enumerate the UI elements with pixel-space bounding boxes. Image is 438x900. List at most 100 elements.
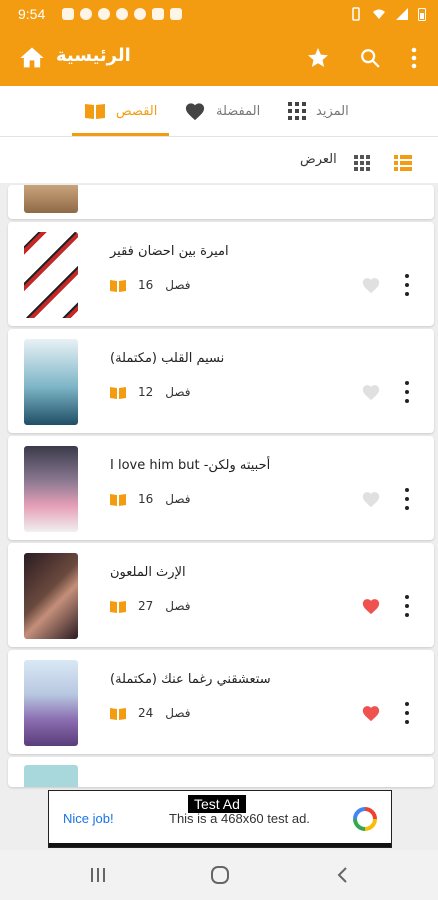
recents-icon xyxy=(91,868,105,882)
favorite-heart-icon[interactable] xyxy=(361,704,381,722)
heart-icon xyxy=(185,103,205,121)
facebook-icon xyxy=(98,8,110,20)
ad-choices-icon[interactable] xyxy=(353,807,377,831)
more-vert-icon xyxy=(411,47,417,69)
chapter-label: فصل xyxy=(165,706,191,720)
ad-nice-text: Nice job! xyxy=(63,811,114,826)
story-meta: 16 فصل xyxy=(110,278,191,292)
search-button[interactable] xyxy=(356,44,384,72)
book-icon xyxy=(110,493,126,506)
book-icon xyxy=(110,279,126,292)
gallery-icon xyxy=(152,8,164,20)
story-title: الإرث الملعون xyxy=(110,565,186,580)
chapter-count: 12 xyxy=(138,385,154,399)
story-card[interactable]: I love him but -أحبيته ولكن 16 فصل xyxy=(8,436,434,540)
favorites-star-button[interactable] xyxy=(304,44,332,72)
story-card-partial[interactable] xyxy=(8,757,434,787)
ad-text: This is a 468x60 test ad. xyxy=(169,811,310,826)
book-icon xyxy=(110,386,126,399)
story-card[interactable]: اميرة بين احضان فقير 16 فصل xyxy=(8,222,434,326)
tab-label: القصص xyxy=(116,103,158,119)
story-card-partial[interactable] xyxy=(8,185,434,219)
app-bar: الرئيسية xyxy=(0,30,438,86)
story-card[interactable]: نسيم القلب (مكتملة) 12 فصل xyxy=(8,329,434,433)
story-cover xyxy=(24,185,78,213)
story-title: ستعشقني رغما عنك (مكتملة) xyxy=(110,672,271,687)
story-meta: 16 فصل xyxy=(110,492,191,506)
view-label: العرض xyxy=(300,152,337,167)
back-icon xyxy=(337,867,347,883)
status-time: 9:54 xyxy=(18,6,46,22)
notification-icons xyxy=(62,8,182,20)
active-tab-indicator xyxy=(72,133,170,136)
home-icon[interactable] xyxy=(18,44,46,72)
cloud-icon xyxy=(170,8,182,20)
story-title: اميرة بين احضان فقير xyxy=(110,244,229,259)
system-icons xyxy=(350,7,426,21)
chapter-label: فصل xyxy=(165,599,191,613)
grid-icon xyxy=(288,102,306,120)
story-card[interactable]: ستعشقني رغما عنك (مكتملة) 24 فصل xyxy=(8,650,434,754)
tab-stories[interactable]: القصص xyxy=(72,86,170,136)
tab-label: المفضلة xyxy=(216,103,261,119)
status-bar: 9:54 xyxy=(0,0,438,30)
notification-icon xyxy=(62,8,74,20)
story-menu-button[interactable] xyxy=(404,595,410,617)
story-cover xyxy=(24,446,78,532)
list-view-icon[interactable] xyxy=(394,155,412,171)
chapter-label: فصل xyxy=(165,278,191,292)
test-ad-label: Test Ad xyxy=(188,795,246,813)
view-options-row: العرض xyxy=(0,137,438,183)
tab-label: المزيد xyxy=(316,103,349,119)
overflow-menu-button[interactable] xyxy=(400,44,428,72)
chapter-count: 16 xyxy=(138,278,154,292)
favorite-heart-icon[interactable] xyxy=(361,597,381,615)
back-button[interactable] xyxy=(330,864,354,886)
story-cover xyxy=(24,553,78,639)
book-icon xyxy=(110,600,126,613)
signal-icon xyxy=(396,8,408,20)
search-icon xyxy=(361,49,380,68)
story-cover xyxy=(24,339,78,425)
chapter-label: فصل xyxy=(165,492,191,506)
tab-more[interactable]: المزيد xyxy=(288,86,349,136)
ad-bottom-bar xyxy=(49,843,391,847)
book-icon xyxy=(110,707,126,720)
star-icon xyxy=(308,48,328,67)
book-icon xyxy=(85,104,105,119)
story-menu-button[interactable] xyxy=(404,381,410,403)
story-meta: 24 فصل xyxy=(110,706,191,720)
story-title: I love him but -أحبيته ولكن xyxy=(110,458,271,473)
facebook-icon xyxy=(116,8,128,20)
story-menu-button[interactable] xyxy=(404,488,410,510)
grid-view-icon[interactable] xyxy=(354,155,370,171)
chapter-count: 24 xyxy=(138,706,154,720)
tab-favorites[interactable]: المفضلة xyxy=(184,86,260,136)
favorite-heart-icon[interactable] xyxy=(361,383,381,401)
story-title: نسيم القلب (مكتملة) xyxy=(110,351,225,366)
story-meta: 12 فصل xyxy=(110,385,191,399)
wifi-icon xyxy=(373,9,385,19)
battery-icon xyxy=(418,8,426,21)
notification-icon xyxy=(80,8,92,20)
chapter-label: فصل xyxy=(165,385,191,399)
story-menu-button[interactable] xyxy=(404,274,410,296)
story-cover xyxy=(24,660,78,746)
tab-bar: المزيد المفضلة القصص xyxy=(0,86,438,137)
chapter-count: 27 xyxy=(138,599,154,613)
vibrate-icon xyxy=(352,7,360,21)
recents-button[interactable] xyxy=(86,864,110,886)
favorite-heart-icon[interactable] xyxy=(361,276,381,294)
messenger-icon xyxy=(134,8,146,20)
story-cover xyxy=(24,765,78,787)
home-circle-icon xyxy=(211,866,229,884)
story-card[interactable]: الإرث الملعون 27 فصل xyxy=(8,543,434,647)
chapter-count: 16 xyxy=(138,492,154,506)
system-navigation-bar xyxy=(0,850,438,900)
story-meta: 27 فصل xyxy=(110,599,191,613)
home-button[interactable] xyxy=(208,864,232,886)
page-title: الرئيسية xyxy=(56,45,131,66)
story-cover xyxy=(24,232,78,318)
story-menu-button[interactable] xyxy=(404,702,410,724)
favorite-heart-icon[interactable] xyxy=(361,490,381,508)
